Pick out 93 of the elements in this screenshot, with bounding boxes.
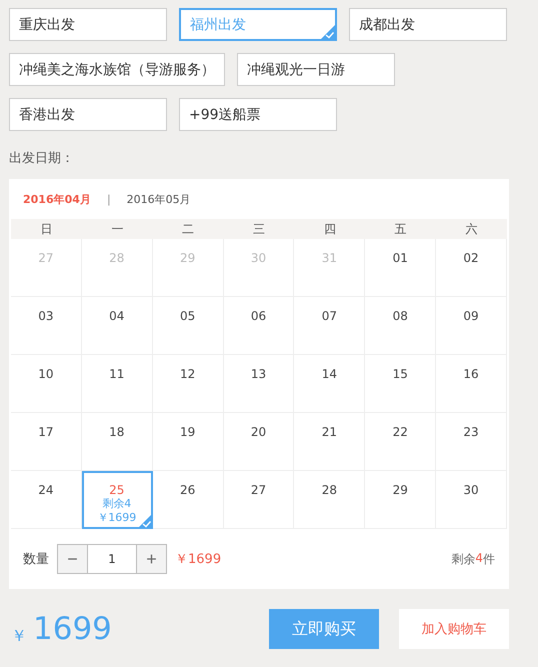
stock-text: 剩余4 <box>102 497 132 511</box>
day-number: 22 <box>392 425 408 439</box>
day-number: 02 <box>463 251 479 265</box>
weekday-label: 五 <box>394 221 408 238</box>
day-number: 28 <box>322 483 337 497</box>
day-number: 23 <box>463 425 479 439</box>
calendar-day-cell[interactable]: 18 <box>82 413 153 471</box>
day-number: 03 <box>38 309 54 323</box>
calendar-day-cell[interactable]: 29 <box>365 471 436 529</box>
option-button[interactable]: 成都出发 <box>349 8 507 41</box>
remaining-unit: 件 <box>483 550 495 568</box>
weekday-label: 三 <box>252 221 266 238</box>
day-number: 04 <box>109 309 124 323</box>
day-price: ￥1699 <box>97 511 136 525</box>
calendar-day-cell[interactable]: 19 <box>152 413 224 471</box>
calendar-day-cell[interactable]: 20 <box>224 413 294 471</box>
day-number: 10 <box>38 367 54 381</box>
day-number: 29 <box>392 483 408 497</box>
day-number: 21 <box>322 425 337 439</box>
day-number: 26 <box>180 483 196 497</box>
calendar-day-cell[interactable]: 10 <box>11 355 82 413</box>
plus-button[interactable]: + <box>137 545 166 573</box>
weekday-label: 四 <box>322 221 337 238</box>
calendar-day-cell[interactable]: 06 <box>224 297 294 355</box>
calendar-day-cell[interactable]: 11 <box>82 355 153 413</box>
weekday-label: 二 <box>181 221 196 238</box>
minus-button[interactable]: − <box>58 545 87 573</box>
quantity-label: 数量 <box>23 551 49 568</box>
day-number: 15 <box>392 367 408 381</box>
calendar-day-cell[interactable]: 01 <box>365 239 436 297</box>
day-number: 31 <box>322 251 337 265</box>
calendar-day-cell[interactable]: 21 <box>294 413 366 471</box>
weekday-label: 六 <box>464 221 479 238</box>
day-number: 19 <box>180 425 196 439</box>
currency-symbol: ￥ <box>11 626 27 646</box>
calendar-day-cell[interactable]: 23 <box>436 413 507 471</box>
date-label: 出发日期： <box>9 150 75 167</box>
day-number: 05 <box>180 309 196 323</box>
calendar-day-cell[interactable]: 26 <box>152 471 224 529</box>
subtotal-price: ￥1699 <box>175 551 222 568</box>
calendar-day-cell[interactable]: 16 <box>436 355 507 413</box>
month-tab[interactable]: 2016年05月 <box>126 192 191 206</box>
day-number: 08 <box>392 309 408 323</box>
calendar-day-cell[interactable]: 24 <box>11 471 82 529</box>
day-number: 12 <box>180 367 196 381</box>
day-number: 06 <box>250 309 266 323</box>
option-button[interactable]: 冲绳观光一日游 <box>237 53 395 86</box>
remaining-text: 剩余 <box>451 550 476 568</box>
option-button[interactable]: +99送船票 <box>179 98 337 131</box>
day-number: 09 <box>463 309 479 323</box>
day-number: 17 <box>38 425 54 439</box>
calendar-day-cell[interactable]: 27 <box>224 471 294 529</box>
day-number: 07 <box>322 309 337 323</box>
day-number: 25 <box>109 483 124 497</box>
day-number: 27 <box>250 483 266 497</box>
calendar-day-cell[interactable]: 03 <box>11 297 82 355</box>
month-separator: | <box>106 192 111 206</box>
weekday-label: 一 <box>110 221 124 238</box>
day-number: 30 <box>463 483 479 497</box>
remaining-count: 4 <box>475 550 483 566</box>
day-number: 20 <box>250 425 266 439</box>
day-number: 18 <box>109 425 124 439</box>
calendar-day-cell[interactable]: 07 <box>294 297 366 355</box>
calendar-day-cell[interactable]: 04 <box>82 297 153 355</box>
day-number: 27 <box>38 251 54 265</box>
calendar-day-cell[interactable]: 13 <box>224 355 294 413</box>
calendar-day-cell[interactable]: 15 <box>365 355 436 413</box>
calendar-day-cell[interactable]: 05 <box>152 297 224 355</box>
calendar-day-cell[interactable]: 09 <box>436 297 507 355</box>
calendar-day-cell[interactable]: 08 <box>365 297 436 355</box>
calendar-day-cell[interactable]: 02 <box>436 239 507 297</box>
option-button[interactable]: 重庆出发 <box>9 8 167 41</box>
total-price: 1699 <box>33 611 112 647</box>
day-number: 28 <box>109 251 124 265</box>
day-number: 30 <box>250 251 266 265</box>
day-number: 11 <box>109 367 124 381</box>
day-number: 29 <box>180 251 196 265</box>
calendar-day-cell[interactable]: 28 <box>294 471 366 529</box>
calendar-day-cell[interactable]: 12 <box>152 355 224 413</box>
calendar-day-cell[interactable]: 22 <box>365 413 436 471</box>
day-number: 14 <box>322 367 337 381</box>
calendar-day-cell[interactable]: 17 <box>11 413 82 471</box>
weekday-label: 日 <box>39 221 54 238</box>
day-number: 24 <box>38 483 54 497</box>
day-number: 16 <box>463 367 479 381</box>
calendar-day-cell[interactable]: 14 <box>294 355 366 413</box>
check-corner-icon <box>138 514 152 528</box>
check-corner-icon <box>321 25 335 39</box>
day-number: 13 <box>250 367 266 381</box>
option-button[interactable]: 香港出发 <box>9 98 167 131</box>
calendar-day-cell[interactable]: 30 <box>436 471 507 529</box>
day-number: 01 <box>392 251 408 265</box>
option-button[interactable]: 冲绳美之海水族馆（导游服务） <box>9 53 225 86</box>
